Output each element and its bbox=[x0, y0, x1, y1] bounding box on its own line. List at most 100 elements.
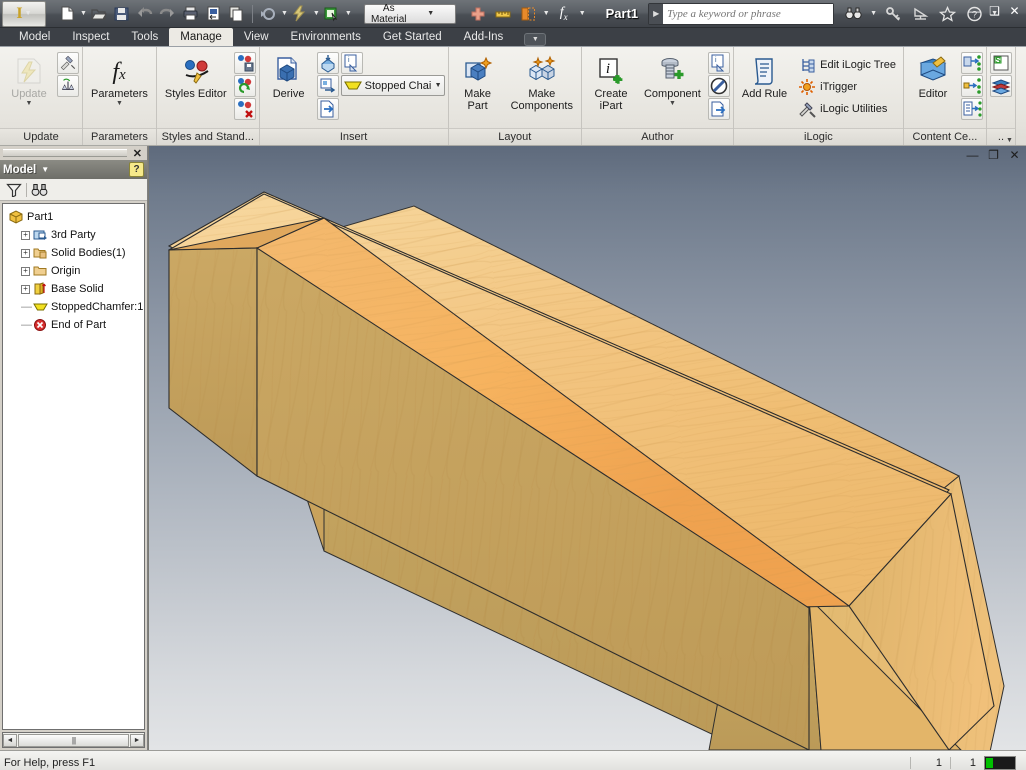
make-part-button[interactable]: Make Part bbox=[452, 51, 504, 113]
ifeature-button[interactable] bbox=[707, 98, 730, 120]
return-button[interactable] bbox=[257, 3, 279, 25]
binoculars-icon[interactable] bbox=[31, 183, 48, 197]
search-input[interactable] bbox=[663, 3, 834, 24]
import-button[interactable] bbox=[316, 52, 339, 74]
material-selector[interactable]: As Material ▼ bbox=[363, 3, 456, 25]
redo-button[interactable] bbox=[157, 3, 179, 25]
refresh-family-button[interactable] bbox=[960, 98, 983, 120]
itable-button[interactable]: i bbox=[707, 52, 730, 74]
tab-environments[interactable]: Environments bbox=[280, 28, 372, 46]
window-close-button[interactable]: ✕ bbox=[1007, 4, 1022, 18]
new-file-button[interactable] bbox=[56, 3, 78, 25]
export-properties-button[interactable]: i bbox=[340, 52, 363, 74]
scroll-left-button[interactable]: ◄ bbox=[3, 733, 17, 747]
color-swatch-icon[interactable] bbox=[517, 3, 539, 25]
tab-add-ins[interactable]: Add-Ins bbox=[453, 28, 515, 46]
plus-icon[interactable] bbox=[467, 3, 489, 25]
stopped-chamfer-dropdown[interactable]: Stopped Chai ▼ bbox=[340, 75, 445, 96]
tree-node-part1[interactable]: Part1 bbox=[5, 208, 142, 226]
copy-button[interactable] bbox=[226, 3, 248, 25]
undo-button[interactable] bbox=[134, 3, 156, 25]
add-rule-button[interactable]: Add Rule bbox=[737, 51, 792, 102]
tree-node-stoppedchamfer-1[interactable]: — StoppedChamfer:1 bbox=[5, 298, 143, 316]
browser-help-button[interactable]: ? bbox=[129, 162, 144, 177]
ribbon-collapse-button[interactable]: ▼ bbox=[524, 33, 547, 46]
save-button[interactable] bbox=[111, 3, 133, 25]
tree-expander[interactable]: + bbox=[21, 230, 30, 240]
tab-tools[interactable]: Tools bbox=[120, 28, 169, 46]
filter-funnel-icon[interactable] bbox=[6, 183, 22, 197]
update-dropdown[interactable]: ▼ bbox=[313, 10, 320, 17]
tab-get-started[interactable]: Get Started bbox=[372, 28, 453, 46]
chevron-down-icon[interactable]: ▼ bbox=[26, 100, 33, 107]
parameters-button[interactable]: fx Parameters ▼ bbox=[86, 51, 153, 108]
print-button[interactable] bbox=[180, 3, 202, 25]
scroll-right-button[interactable]: ► bbox=[130, 733, 144, 747]
make-components-button[interactable]: Make Components bbox=[506, 51, 578, 113]
chevron-down-icon[interactable]: ▼ bbox=[41, 165, 49, 174]
chevron-down-icon[interactable]: ▼ bbox=[116, 100, 123, 107]
select-panel-button[interactable] bbox=[203, 3, 225, 25]
ilogic-utilities-button[interactable]: iLogic Utilities bbox=[794, 98, 900, 119]
library-books-button[interactable] bbox=[989, 75, 1012, 97]
scroll-thumb[interactable]: |||| bbox=[18, 733, 129, 747]
link-button[interactable] bbox=[316, 98, 339, 120]
favorites-star-icon[interactable] bbox=[936, 3, 958, 25]
save-styles-button[interactable] bbox=[233, 52, 256, 74]
model-tree[interactable]: Part1 +3rd Party + Solid Bodies(1) + Origin + B… bbox=[2, 203, 145, 730]
application-menu-button[interactable]: I ▼ bbox=[2, 0, 46, 27]
search-binoculars-icon[interactable] bbox=[842, 3, 864, 25]
rebuild-all-button[interactable] bbox=[57, 52, 79, 74]
editor-button[interactable]: Editor bbox=[907, 51, 959, 102]
update-button[interactable]: Update ▼ bbox=[3, 51, 55, 108]
purge-styles-button[interactable] bbox=[233, 98, 256, 120]
search-history-arrow[interactable]: ▶ bbox=[649, 3, 664, 24]
panel-overflow-arrow[interactable]: ▼ bbox=[1006, 137, 1013, 144]
chevron-down-icon[interactable]: ▼ bbox=[669, 100, 676, 107]
itrigger-button[interactable]: iTrigger bbox=[794, 76, 900, 97]
document-restore-button[interactable]: ❐ bbox=[986, 148, 1001, 162]
create-ipart-button[interactable]: i Create iPart bbox=[585, 51, 637, 113]
satellite-dish-icon[interactable] bbox=[909, 3, 931, 25]
tree-node-3rd-party[interactable]: +3rd Party bbox=[5, 226, 142, 244]
3d-viewport[interactable]: — ❐ ✕ bbox=[148, 146, 1026, 750]
tree-node-end-of-part[interactable]: — End of Part bbox=[5, 316, 142, 334]
content-center-settings-button[interactable]: S bbox=[989, 52, 1012, 74]
open-file-button[interactable] bbox=[88, 3, 110, 25]
tree-expander[interactable]: + bbox=[21, 284, 30, 294]
new-file-dropdown[interactable]: ▼ bbox=[80, 10, 87, 17]
wood-part-geometry[interactable] bbox=[149, 146, 1025, 750]
document-close-button[interactable]: ✕ bbox=[1007, 148, 1022, 162]
tab-model[interactable]: Model bbox=[8, 28, 61, 46]
document-minimize-button[interactable]: — bbox=[965, 148, 980, 162]
fx-icon[interactable]: fx bbox=[553, 3, 575, 25]
tree-node-solid-bodies-1-[interactable]: + Solid Bodies(1) bbox=[5, 244, 142, 262]
chevron-down-icon[interactable]: ▼ bbox=[435, 82, 442, 89]
tab-inspect[interactable]: Inspect bbox=[61, 28, 120, 46]
ruler-icon[interactable] bbox=[492, 3, 514, 25]
styles-editor-button[interactable]: Styles Editor bbox=[160, 51, 232, 102]
browser-close-button[interactable]: ✕ bbox=[131, 147, 144, 160]
batch-publish-button[interactable] bbox=[960, 75, 983, 97]
tree-expander[interactable]: + bbox=[21, 266, 30, 276]
update-button[interactable] bbox=[289, 3, 311, 25]
update-styles-button[interactable] bbox=[233, 75, 256, 97]
suppress-button[interactable] bbox=[707, 75, 730, 97]
tree-node-base-solid[interactable]: + Base Solid bbox=[5, 280, 142, 298]
edit-ilogic-tree-button[interactable]: Edit iLogic Tree bbox=[794, 54, 900, 75]
insert-object-button[interactable] bbox=[316, 75, 339, 97]
window-minimize-button[interactable]: — bbox=[967, 4, 982, 18]
component-button[interactable]: Component ▼ bbox=[639, 51, 706, 108]
tab-manage[interactable]: Manage bbox=[169, 28, 233, 46]
publish-part-button[interactable] bbox=[960, 52, 983, 74]
update-mass-button[interactable] bbox=[57, 75, 79, 97]
derive-button[interactable]: Derive bbox=[263, 51, 315, 102]
sign-in-key-icon[interactable] bbox=[882, 3, 904, 25]
tree-node-origin[interactable]: + Origin bbox=[5, 262, 142, 280]
window-maximize-button[interactable]: ❑ bbox=[987, 4, 1002, 18]
appearance-button[interactable] bbox=[321, 3, 343, 25]
appearance-dropdown[interactable]: ▼ bbox=[345, 10, 352, 17]
tab-view[interactable]: View bbox=[233, 28, 280, 46]
return-dropdown[interactable]: ▼ bbox=[281, 10, 288, 17]
browser-horizontal-scrollbar[interactable]: ◄ |||| ► bbox=[2, 732, 145, 748]
